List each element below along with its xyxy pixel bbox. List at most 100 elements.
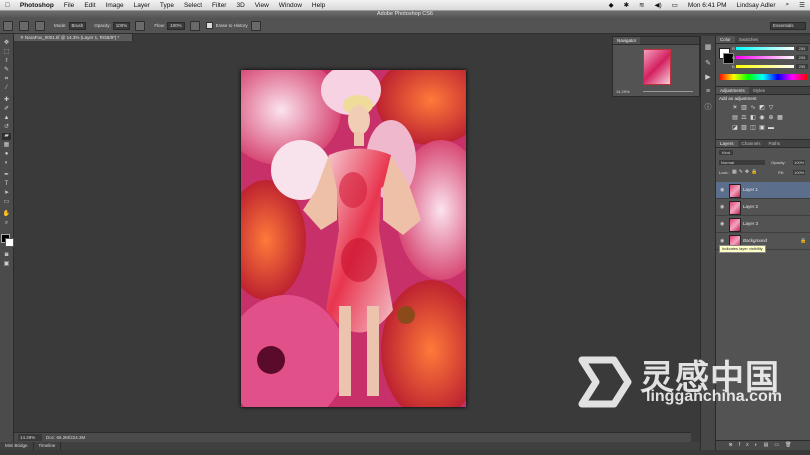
layer-name[interactable]: Layer 2 (743, 199, 758, 215)
actions-panel-icon[interactable]: ▶ (704, 74, 712, 82)
zoom-tool-icon[interactable]: ⌕ (2, 220, 11, 227)
bluetooth-icon[interactable]: ✱ (619, 1, 634, 9)
tab-layers[interactable]: Layers (716, 140, 738, 147)
tab-timeline[interactable]: Timeline (34, 442, 62, 450)
g-value[interactable]: 255 (796, 55, 808, 60)
brightness-contrast-icon[interactable]: ☀ (732, 105, 738, 111)
erase-to-history-checkbox[interactable] (205, 22, 213, 29)
brush-presets-icon[interactable]: ✎ (704, 60, 712, 68)
layer-fill-field[interactable]: 100% (793, 170, 806, 175)
wifi-icon[interactable]: ≋ (634, 1, 649, 9)
spotlight-icon[interactable]: ⌕ (781, 1, 795, 9)
blur-tool-icon[interactable]: ● (2, 151, 11, 158)
vibrance-icon[interactable]: ▽ (768, 105, 774, 111)
invert-icon[interactable]: ◪ (732, 125, 738, 131)
layer-row-layer-2[interactable]: ◉ Layer 2 (716, 199, 810, 216)
menu-filter[interactable]: Filter (207, 2, 231, 9)
curves-icon[interactable]: ∿ (750, 105, 756, 111)
b-slider[interactable] (736, 65, 794, 68)
airbrush-icon[interactable] (189, 20, 200, 31)
visibility-eye-icon[interactable]: ◉ (720, 216, 724, 232)
menu-3d[interactable]: 3D (231, 2, 249, 9)
layer-name[interactable]: Layer 1 (743, 182, 758, 198)
document-image[interactable] (241, 70, 466, 407)
history-brush-tool-icon[interactable]: ↺ (2, 124, 11, 131)
brush-preset-icon[interactable] (19, 20, 29, 31)
menu-app-name[interactable]: Photoshop (15, 2, 59, 9)
eraser-tool-preset-icon[interactable] (3, 20, 13, 31)
quick-select-tool-icon[interactable]: ✎ (2, 67, 11, 74)
tab-styles[interactable]: Styles (749, 87, 769, 94)
tab-mini-bridge[interactable]: Mini Bridge (0, 442, 34, 450)
gradient-map-icon[interactable]: ▬ (768, 125, 774, 131)
dodge-tool-icon[interactable]: ◐ (2, 160, 11, 167)
exposure-icon[interactable]: ◩ (759, 105, 765, 111)
move-tool-icon[interactable]: ✥ (2, 40, 11, 47)
menubar-user[interactable]: Lindsay Adler (732, 2, 781, 9)
dropbox-icon[interactable]: ◆ (604, 1, 619, 9)
layer-name[interactable]: Layer 3 (743, 216, 758, 232)
marquee-tool-icon[interactable]: ⬚ (2, 49, 11, 56)
menu-window[interactable]: Window (274, 2, 307, 9)
lasso-tool-icon[interactable]: ℓ (2, 58, 11, 65)
background-color-swatch[interactable] (5, 238, 14, 247)
layer-filter-select[interactable]: Kind (719, 150, 734, 155)
eyedropper-tool-icon[interactable]: ⁄ (2, 85, 11, 92)
posterize-icon[interactable]: ▨ (741, 125, 747, 131)
menubar-clock[interactable]: Mon 6:41 PM (683, 2, 732, 9)
threshold-icon[interactable]: ◫ (750, 125, 756, 131)
screen-mode-icon[interactable]: ▣ (2, 261, 11, 268)
hue-saturation-icon[interactable]: ▤ (732, 115, 738, 121)
tab-color[interactable]: Color (716, 36, 735, 43)
g-slider[interactable] (736, 56, 794, 59)
crop-tool-icon[interactable]: ⌗ (2, 76, 11, 83)
mode-select[interactable]: Brush (68, 21, 87, 30)
color-spectrum-ramp[interactable] (719, 74, 807, 80)
color-balance-icon[interactable]: ⚖ (741, 115, 747, 121)
flow-field[interactable]: 100% (167, 21, 185, 30)
visibility-eye-icon[interactable]: ◉ (720, 199, 724, 215)
menu-view[interactable]: View (250, 2, 274, 9)
navigator-thumbnail[interactable] (643, 49, 671, 85)
volume-icon[interactable]: ◀) (650, 1, 667, 9)
black-white-icon[interactable]: ◧ (750, 115, 756, 121)
healing-tool-icon[interactable]: ✚ (2, 97, 11, 104)
battery-icon[interactable]: ▭ (667, 1, 683, 9)
info-panel-icon[interactable]: ⓘ (704, 104, 712, 112)
r-value[interactable]: 255 (796, 46, 808, 51)
tab-swatches[interactable]: Swatches (735, 36, 763, 43)
doc-size-info[interactable]: Doc: 66.2M/224.3M (46, 433, 85, 442)
pressure-opacity-icon[interactable] (135, 20, 146, 31)
tab-paths[interactable]: Paths (765, 140, 785, 147)
pressure-size-icon[interactable] (250, 20, 261, 31)
tab-adjustments[interactable]: Adjustments (716, 87, 749, 94)
menu-select[interactable]: Select (179, 2, 207, 9)
gradient-tool-icon[interactable]: ▦ (2, 142, 11, 149)
layer-opacity-field[interactable]: 100% (793, 160, 806, 165)
tab-navigator[interactable]: Navigator (613, 37, 641, 44)
layer-row-layer-3[interactable]: ◉ Layer 3 (716, 216, 810, 233)
navigator-zoom-value[interactable]: 14.29% (616, 89, 630, 94)
visibility-eye-icon[interactable]: ◉ (720, 182, 724, 198)
history-panel-icon[interactable]: ▦ (704, 44, 712, 52)
type-tool-icon[interactable]: T (2, 181, 11, 188)
selective-color-icon[interactable]: ▣ (759, 125, 765, 131)
notification-icon[interactable]: ☰ (794, 1, 810, 9)
path-selection-tool-icon[interactable]: ➤ (2, 190, 11, 197)
quick-mask-icon[interactable]: ◙ (2, 252, 11, 259)
layers-footer-buttons[interactable]: ⊗fx◐▤▭🗑 (716, 440, 810, 450)
pen-tool-icon[interactable]: ✒ (2, 172, 11, 179)
menu-edit[interactable]: Edit (79, 2, 100, 9)
hand-tool-icon[interactable]: ✋ (2, 211, 11, 218)
tab-channels[interactable]: Channels (738, 140, 765, 147)
properties-panel-icon[interactable]: ≡ (704, 88, 712, 96)
b-value[interactable]: 255 (796, 64, 808, 69)
lock-icons[interactable]: ▦✎✥🔒 (732, 169, 759, 175)
menu-type[interactable]: Type (155, 2, 179, 9)
zoom-level-field[interactable]: 14.29% (18, 434, 42, 441)
photo-filter-icon[interactable]: ◉ (759, 115, 765, 121)
brush-tool-icon[interactable]: ✐ (2, 106, 11, 113)
workspace-switcher[interactable]: Essentials (770, 21, 806, 30)
eraser-tool-icon[interactable]: ▰ (2, 133, 11, 140)
apple-icon[interactable]:  (0, 2, 15, 9)
